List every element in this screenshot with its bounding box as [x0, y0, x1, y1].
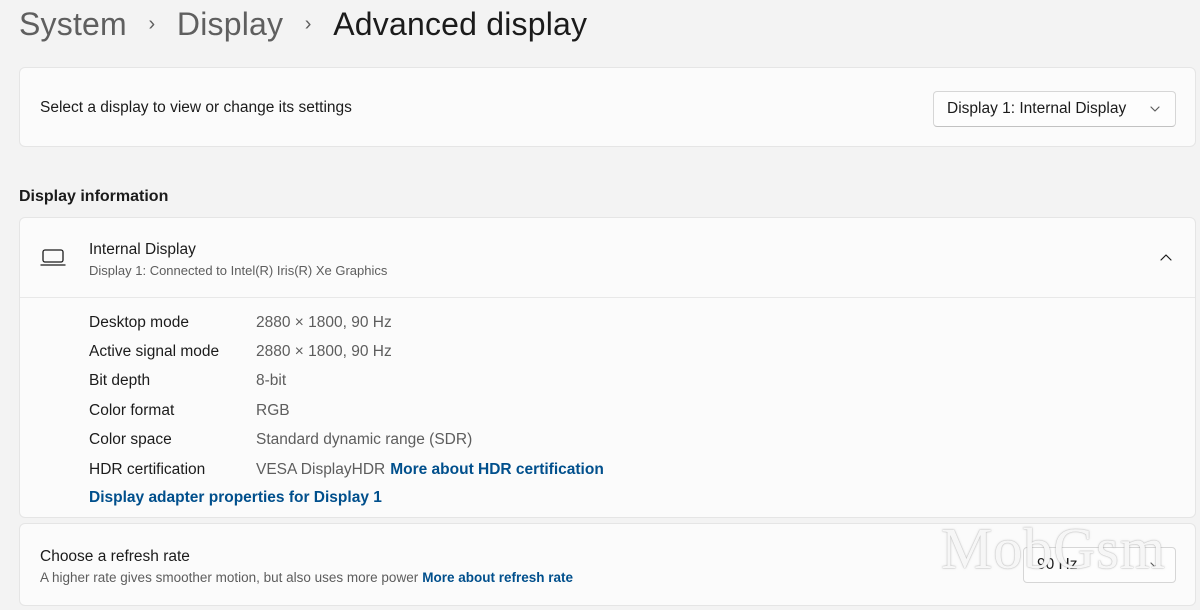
- info-row-bit-depth: Bit depth 8-bit: [89, 367, 604, 396]
- breadcrumb: System › Display › Advanced display: [19, 2, 587, 46]
- hdr-certification-link[interactable]: More about HDR certification: [390, 461, 604, 479]
- display-select-dropdown[interactable]: Display 1: Internal Display: [933, 91, 1176, 127]
- info-key: Color space: [89, 431, 172, 449]
- display-name: Internal Display: [89, 241, 196, 258]
- chevron-right-icon: ›: [304, 12, 312, 35]
- chevron-down-icon: [1150, 106, 1160, 112]
- info-value: 2880 × 1800, 90 Hz: [256, 343, 392, 361]
- display-select-label: Select a display to view or change its s…: [40, 99, 352, 116]
- refresh-rate-card: Choose a refresh rate A higher rate give…: [19, 523, 1196, 606]
- display-adapter-properties-link[interactable]: Display adapter properties for Display 1: [89, 489, 382, 507]
- breadcrumb-system[interactable]: System: [19, 6, 127, 43]
- info-row-color-format: Color format RGB: [89, 396, 604, 425]
- chevron-right-icon: ›: [148, 12, 156, 35]
- display-select-card: Select a display to view or change its s…: [19, 67, 1196, 147]
- info-row-hdr-certification: HDR certification VESA DisplayHDR More a…: [89, 455, 604, 484]
- display-info-header[interactable]: Internal Display Display 1: Connected to…: [20, 218, 1195, 298]
- page-title: Advanced display: [333, 5, 588, 42]
- refresh-rate-link[interactable]: More about refresh rate: [422, 570, 573, 585]
- info-value: Standard dynamic range (SDR): [256, 431, 473, 449]
- breadcrumb-display[interactable]: Display: [177, 6, 283, 43]
- info-key: Desktop mode: [89, 313, 189, 331]
- info-row-active-signal-mode: Active signal mode 2880 × 1800, 90 Hz: [89, 337, 604, 366]
- chevron-down-icon: [1150, 562, 1160, 568]
- display-info-list: Desktop mode 2880 × 1800, 90 Hz Active s…: [89, 308, 604, 484]
- chevron-up-icon[interactable]: [1159, 251, 1173, 265]
- display-select-value: Display 1: Internal Display: [947, 100, 1127, 117]
- refresh-rate-description: A higher rate gives smoother motion, but…: [40, 570, 573, 585]
- info-row-desktop-mode: Desktop mode 2880 × 1800, 90 Hz: [89, 308, 604, 337]
- info-key: Color format: [89, 401, 175, 419]
- info-key: Active signal mode: [89, 343, 220, 361]
- laptop-icon: [40, 249, 66, 266]
- info-value: 8-bit: [256, 372, 287, 390]
- display-info-card: Internal Display Display 1: Connected to…: [19, 217, 1196, 518]
- display-connection: Display 1: Connected to Intel(R) Iris(R)…: [89, 263, 388, 278]
- section-title-display-information: Display information: [19, 188, 169, 205]
- refresh-rate-dropdown[interactable]: 90 Hz: [1023, 547, 1176, 583]
- refresh-rate-title: Choose a refresh rate: [40, 548, 190, 565]
- refresh-rate-value: 90 Hz: [1037, 556, 1078, 573]
- info-value: VESA DisplayHDR: [256, 460, 386, 478]
- info-key: Bit depth: [89, 372, 151, 390]
- info-value: RGB: [256, 401, 290, 419]
- refresh-rate-subtitle: A higher rate gives smoother motion, but…: [40, 570, 419, 585]
- info-row-color-space: Color space Standard dynamic range (SDR): [89, 426, 604, 455]
- info-value: 2880 × 1800, 90 Hz: [256, 313, 392, 331]
- info-key: HDR certification: [89, 460, 206, 478]
